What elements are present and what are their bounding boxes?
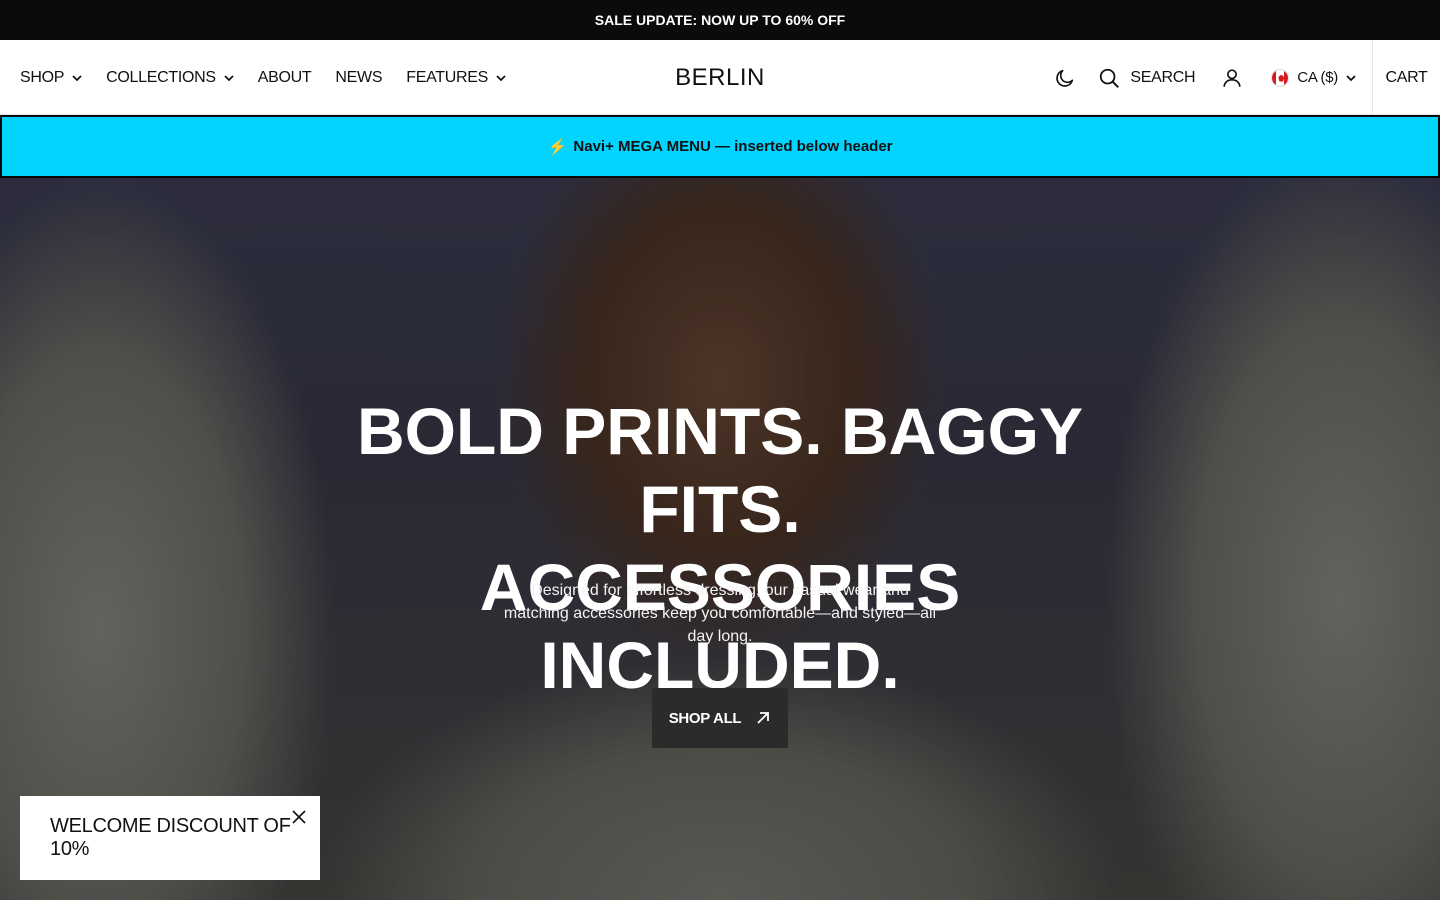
- shop-all-button[interactable]: SHOP ALL: [652, 688, 788, 748]
- nav-item-label: NEWS: [335, 68, 383, 86]
- mega-menu-text: Navi+ MEGA MENU — inserted below header: [573, 138, 893, 155]
- account-button[interactable]: [1221, 67, 1243, 89]
- lightning-icon: ⚡: [547, 138, 568, 156]
- currency-selector[interactable]: CA ($): [1271, 68, 1356, 87]
- mega-menu-banner: ⚡ Navi+ MEGA MENU — inserted below heade…: [0, 115, 1440, 178]
- nav-item-label: ABOUT: [257, 68, 312, 86]
- search-label: SEARCH: [1130, 68, 1196, 86]
- chevron-down-icon: [496, 74, 506, 81]
- arrow-up-right-icon: [757, 712, 770, 724]
- header-actions: SEARCH CA ($) CART: [1054, 40, 1440, 115]
- chevron-down-icon: [224, 74, 234, 81]
- search-icon: [1100, 68, 1120, 88]
- theme-toggle-button[interactable]: [1054, 67, 1076, 89]
- search-button[interactable]: SEARCH: [1098, 67, 1196, 89]
- canada-flag-icon: [1271, 68, 1290, 87]
- nav-item-collections[interactable]: COLLECTIONS: [106, 69, 234, 87]
- nav-item-features[interactable]: FEATURES: [406, 69, 506, 87]
- close-icon[interactable]: [290, 808, 308, 826]
- chevron-down-icon: [72, 74, 82, 81]
- popup-text: WELCOME DISCOUNT OF 10%: [50, 815, 291, 860]
- moon-icon: [1056, 69, 1074, 87]
- user-icon: [1223, 68, 1241, 87]
- hero-title-line1: BOLD PRINTS. BAGGY FITS.: [356, 394, 1084, 546]
- main-nav: SHOP COLLECTIONS ABOUT NEWS FEATURES: [20, 40, 506, 115]
- welcome-discount-popup[interactable]: WELCOME DISCOUNT OF 10%: [20, 796, 320, 880]
- brand-logo[interactable]: BERLIN: [620, 40, 820, 115]
- currency-label: CA ($): [1297, 69, 1338, 86]
- nav-item-label: FEATURES: [406, 68, 488, 86]
- nav-item-about[interactable]: ABOUT: [258, 69, 312, 87]
- hero-subtitle: Designed for effortless dressing, our ca…: [503, 582, 937, 645]
- cart-label: CART: [1385, 68, 1428, 86]
- site-header: SHOP COLLECTIONS ABOUT NEWS FEATURES BER…: [0, 40, 1440, 115]
- nav-item-shop[interactable]: SHOP: [20, 69, 82, 87]
- brand-name: BERLIN: [675, 63, 765, 91]
- cart-button[interactable]: CART: [1372, 40, 1440, 115]
- hero-title: BOLD PRINTS. BAGGY FITS. ACCESSORIES INC…: [320, 392, 1120, 704]
- announcement-text: SALE UPDATE: NOW UP TO 60% OFF: [594, 12, 846, 28]
- nav-item-label: COLLECTIONS: [106, 68, 216, 86]
- hero-content: BOLD PRINTS. BAGGY FITS. ACCESSORIES INC…: [0, 178, 1440, 900]
- announcement-bar: SALE UPDATE: NOW UP TO 60% OFF: [0, 0, 1440, 40]
- nav-item-label: SHOP: [20, 68, 65, 86]
- hero-banner: BOLD PRINTS. BAGGY FITS. ACCESSORIES INC…: [0, 178, 1440, 900]
- shop-all-label: SHOP ALL: [668, 709, 742, 727]
- nav-item-news[interactable]: NEWS: [335, 69, 382, 87]
- chevron-down-icon: [1346, 74, 1356, 81]
